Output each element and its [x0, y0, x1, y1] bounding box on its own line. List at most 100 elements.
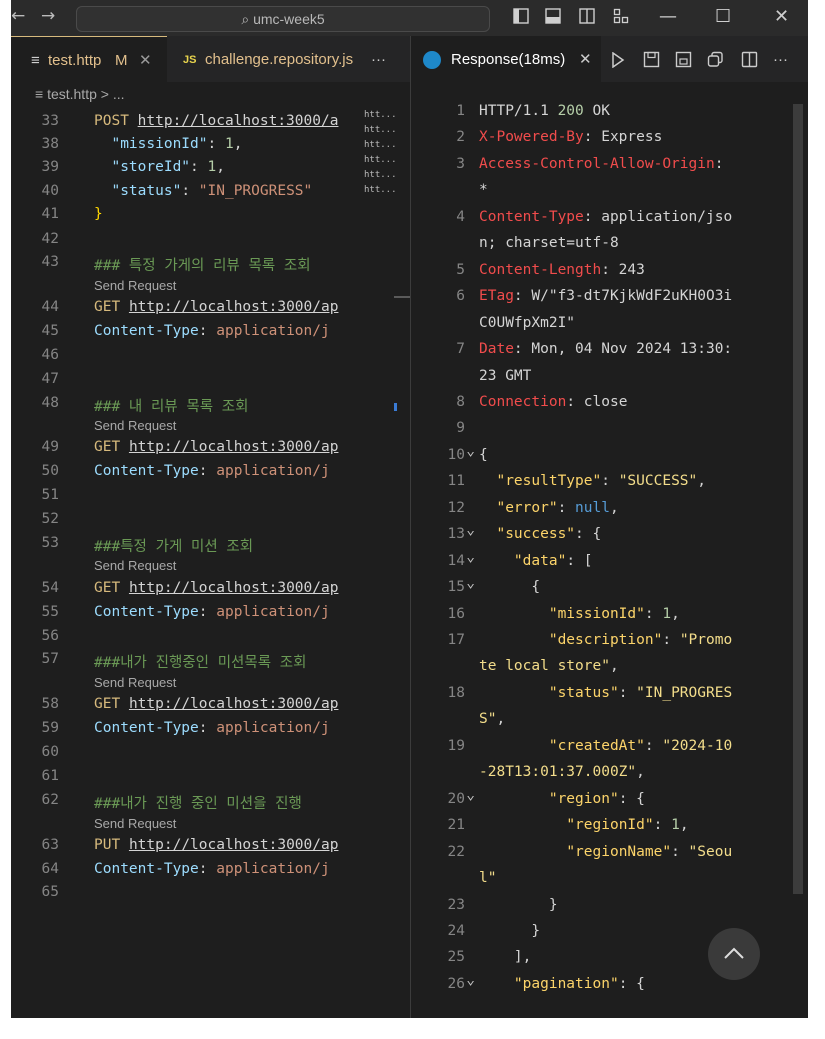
response-line: -28T13:01:37.000Z", — [479, 764, 645, 780]
scroll-to-top-button[interactable] — [708, 928, 760, 980]
code-line: Content-Type: application/j — [94, 604, 330, 620]
token: , — [671, 605, 680, 622]
request-url[interactable]: http://localhost:3000/ap — [129, 837, 339, 853]
line-number: 46 — [41, 347, 59, 363]
line-number: 54 — [41, 580, 59, 596]
minimap[interactable]: htt... htt... htt... htt... htt... htt... — [364, 108, 402, 228]
request-url[interactable]: http://localhost:3000/ap — [129, 580, 339, 596]
line-number: 57 — [41, 651, 59, 667]
token: "region" — [548, 790, 619, 807]
fold-chevron-icon[interactable]: ⌄ — [461, 522, 475, 538]
token: Access-Control-Allow-Origin — [479, 155, 715, 172]
line-number: 39 — [41, 159, 59, 175]
fold-chevron-icon[interactable]: ⌄ — [461, 972, 475, 988]
line-number: 56 — [41, 628, 59, 644]
line-number: 33 — [41, 113, 59, 129]
json-comma: , — [233, 136, 243, 152]
line-number: 38 — [41, 136, 59, 152]
response-scrollbar[interactable] — [793, 104, 803, 894]
response-line: n; charset=utf-8 — [479, 235, 619, 251]
header-value: application/j — [216, 720, 330, 736]
send-request-link[interactable]: Send Request — [94, 278, 176, 293]
line-number: 18 — [447, 684, 465, 701]
token: * — [479, 182, 488, 199]
line-number: 6 — [456, 288, 465, 305]
chevron-up-icon — [724, 947, 744, 959]
line-number: 14 — [447, 552, 465, 569]
request-url[interactable]: http://localhost:3000/a — [138, 113, 339, 129]
token: "resultType" — [496, 473, 602, 490]
closing-brace: } — [94, 206, 103, 222]
fold-chevron-icon[interactable]: ⌄ — [461, 575, 475, 591]
send-request-link[interactable]: Send Request — [94, 558, 176, 573]
line-number: 49 — [41, 439, 59, 455]
line-number: 26 — [447, 975, 465, 992]
line-number: 64 — [41, 861, 59, 877]
code-line: Content-Type: application/j — [94, 861, 330, 877]
vscode-window: ← → ⌕ umc-week5 — ☐ ✕ ≡ test.http M ✕ JS… — [11, 0, 808, 1018]
section-comment: ### 내 리뷰 목록 조회 — [94, 399, 249, 415]
response-line: } — [479, 923, 540, 939]
code-line: GET http://localhost:3000/ap — [94, 439, 338, 455]
request-url[interactable]: http://localhost:3000/ap — [129, 439, 339, 455]
token: , — [636, 764, 645, 781]
token: : Mon, 04 Nov 2024 13:30: — [513, 341, 733, 358]
code-line: "missionId": 1, — [111, 136, 243, 152]
line-number: 7 — [456, 341, 465, 358]
minimap-line: htt... — [364, 140, 397, 150]
token: Content-Type — [479, 208, 584, 225]
response-line: ETag: W/"f3-dt7KjkWdF2uKH0O3i — [479, 288, 732, 304]
token: te local store" — [479, 658, 610, 675]
line-number: 8 — [456, 393, 465, 410]
token: S" — [479, 711, 497, 728]
send-request-link[interactable]: Send Request — [94, 816, 176, 831]
line-number: 41 — [41, 206, 59, 222]
token: : { — [618, 790, 645, 807]
response-line: "missionId": 1, — [479, 606, 680, 622]
minimap-line: htt... — [364, 125, 397, 135]
line-number: 12 — [447, 499, 465, 516]
header-value: application/j — [216, 604, 330, 620]
token: { — [479, 446, 488, 463]
response-line: S", — [479, 711, 505, 727]
send-request-link[interactable]: Send Request — [94, 418, 176, 433]
token: : { — [618, 975, 645, 992]
token: "description" — [548, 632, 663, 648]
json-value: 1 — [224, 136, 234, 152]
code-line: ### 특정 가게의 리뷰 목록 조회 — [94, 254, 311, 275]
fold-chevron-icon[interactable]: ⌄ — [461, 443, 475, 459]
token: : — [671, 843, 689, 860]
token: Content-Length — [479, 261, 602, 278]
fold-chevron-icon[interactable]: ⌄ — [461, 549, 475, 565]
json-key: "missionId" — [111, 136, 208, 152]
response-line: Content-Type: application/jso — [479, 209, 732, 225]
response-line: "regionId": 1, — [479, 817, 688, 833]
response-line: "region": { — [479, 791, 645, 807]
token: : [ — [566, 552, 593, 569]
section-comment: ###특정 가게 미션 조회 — [94, 539, 254, 555]
request-url[interactable]: http://localhost:3000/ap — [129, 696, 339, 712]
line-number: 59 — [41, 720, 59, 736]
line-number: 48 — [41, 395, 59, 411]
response-viewer[interactable]: 1 HTTP/1.1 200 OK 2 X-Powered-By: Express 3 A… — [411, 0, 808, 1018]
request-url[interactable]: http://localhost:3000/ap — [129, 299, 339, 315]
code-line: "status": "IN_PROGRESS" — [111, 183, 313, 199]
header-name: Content-Type — [94, 861, 199, 877]
token: : — [644, 605, 663, 622]
code-line: GET http://localhost:3000/ap — [94, 580, 338, 596]
fold-chevron-icon[interactable]: ⌄ — [461, 787, 475, 803]
http-editor[interactable]: 33 POST http://localhost:3000/a 38 "missio… — [11, 0, 363, 1018]
send-request-link[interactable]: Send Request — [94, 675, 176, 690]
header-name: Content-Type — [94, 604, 199, 620]
token: "regionName" — [566, 843, 672, 860]
token: } — [479, 922, 541, 939]
token: : { — [575, 526, 602, 543]
response-line: { — [479, 447, 488, 463]
response-line: Access-Control-Allow-Origin: — [479, 156, 723, 172]
more-actions-icon[interactable]: ··· — [371, 36, 386, 82]
